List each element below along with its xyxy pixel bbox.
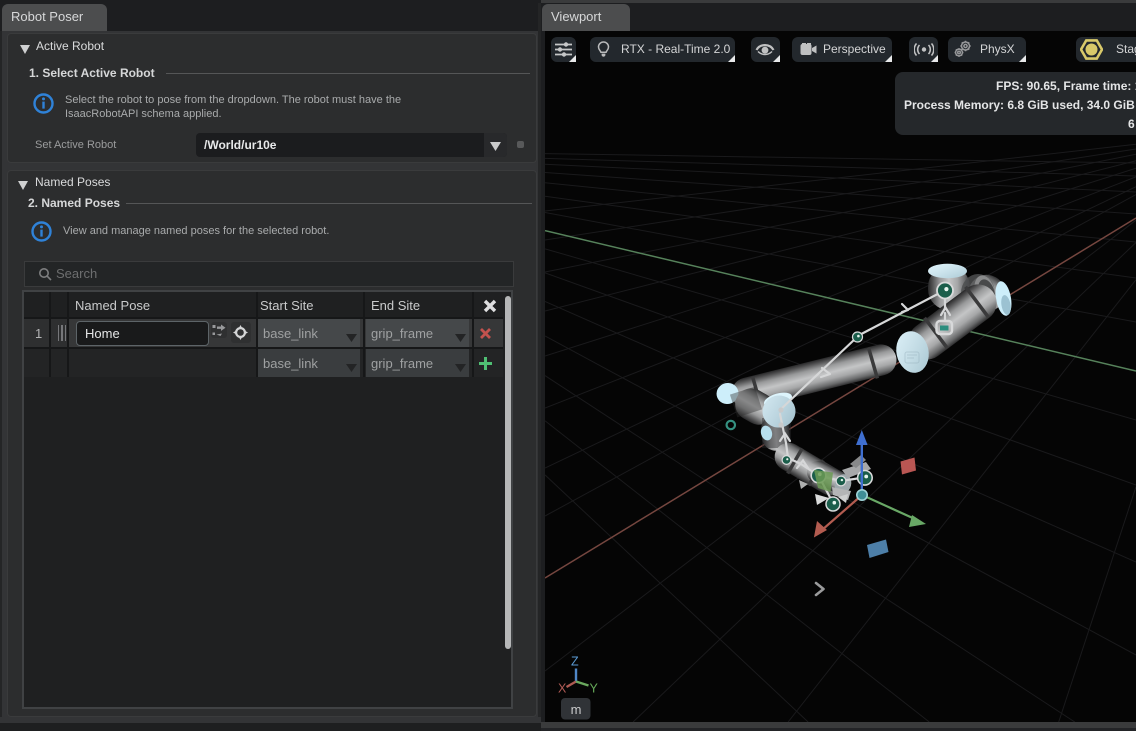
svg-text:Y: Y <box>590 682 599 696</box>
svg-text:Z: Z <box>571 655 579 669</box>
svg-text:X: X <box>558 682 567 696</box>
svg-text:m: m <box>571 702 582 717</box>
